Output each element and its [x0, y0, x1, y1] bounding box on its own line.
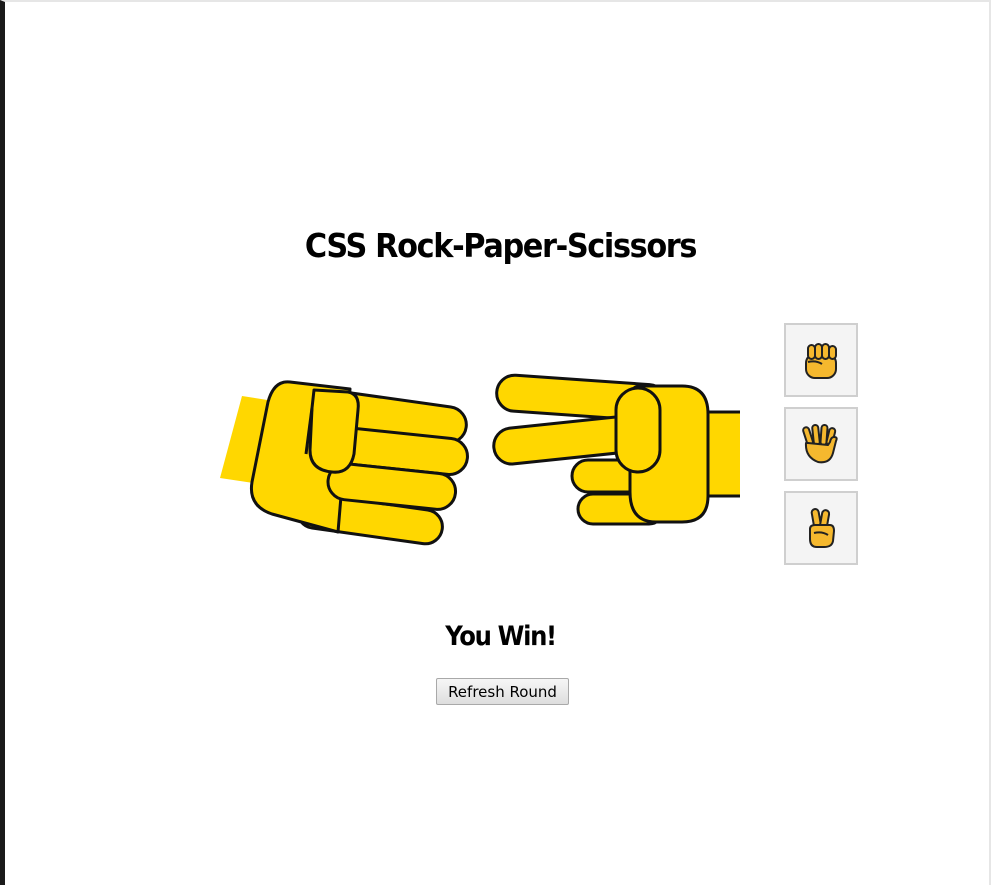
raised-fist-icon: [805, 343, 837, 379]
choice-buttons: [784, 323, 860, 565]
page-frame: CSS Rock-Paper-Scissors You Win! Refresh…: [0, 0, 991, 885]
paper-button[interactable]: [784, 407, 858, 481]
page-title: CSS Rock-Paper-Scissors: [304, 226, 698, 265]
raised-hand-fingers-splayed-icon: [802, 424, 838, 464]
computer-scissors-hand: [492, 373, 740, 526]
result-message: You Win!: [445, 621, 557, 652]
player-paper-hand: [220, 380, 469, 546]
rock-button[interactable]: [784, 323, 858, 397]
hands-stage: [220, 373, 740, 546]
refresh-round-button[interactable]: Refresh Round: [436, 678, 569, 705]
scissors-button[interactable]: [784, 491, 858, 565]
victory-hand-icon: [809, 508, 835, 548]
